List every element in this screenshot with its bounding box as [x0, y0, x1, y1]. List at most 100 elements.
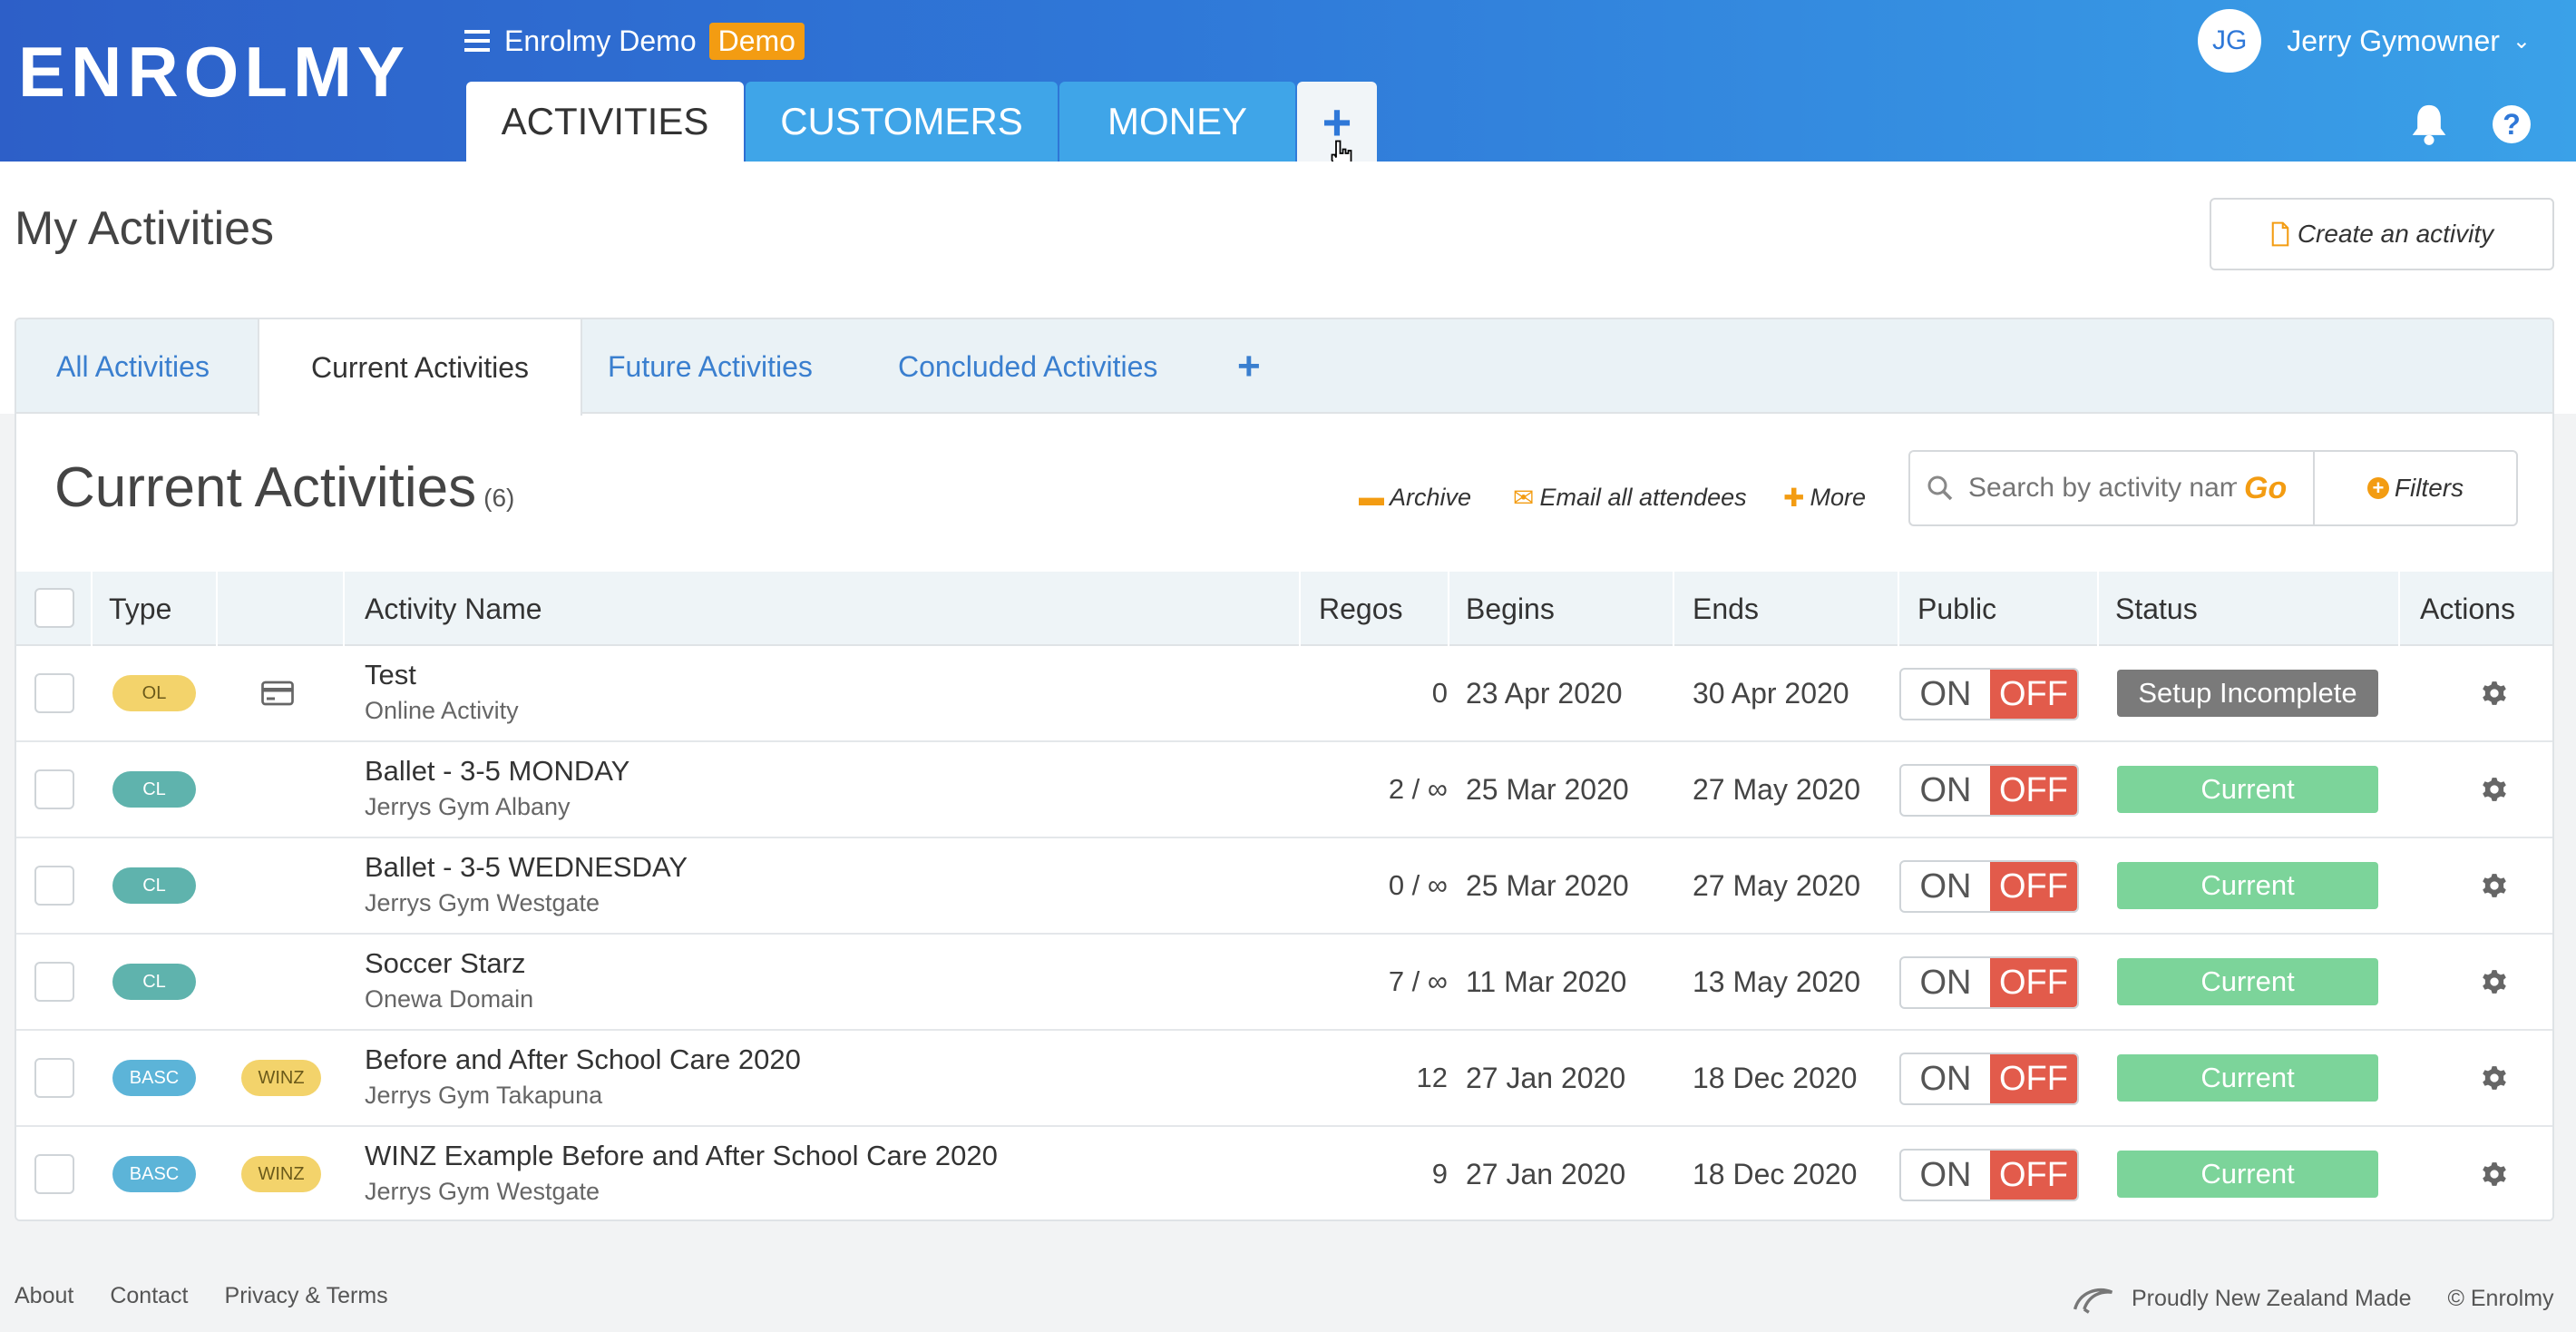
- toggle-on[interactable]: ON: [1901, 766, 1990, 815]
- table-row[interactable]: CL Soccer Starz Onewa Domain 7 / ∞ 11 Ma…: [16, 935, 2552, 1031]
- user-menu[interactable]: JG Jerry Gymowner ⌄: [2198, 9, 2531, 73]
- footer-link-contact[interactable]: Contact: [110, 1283, 188, 1309]
- gear-icon[interactable]: [2482, 1065, 2507, 1091]
- activity-name[interactable]: Ballet - 3-5 WEDNESDAY: [365, 851, 688, 884]
- header-begins[interactable]: Begins: [1466, 572, 1555, 646]
- activity-name[interactable]: Before and After School Care 2020: [365, 1043, 801, 1076]
- archive-button[interactable]: ▬ Archive: [1359, 479, 1471, 515]
- activity-name[interactable]: Ballet - 3-5 MONDAY: [365, 755, 629, 788]
- email-all-button[interactable]: ✉ Email all attendees: [1513, 479, 1747, 515]
- help-icon[interactable]: ?: [2493, 105, 2531, 143]
- tab-money[interactable]: MONEY: [1059, 82, 1295, 162]
- header-public[interactable]: Public: [1917, 572, 1996, 646]
- enrolmy-logo[interactable]: ENROLMY: [18, 36, 410, 107]
- row-checkbox[interactable]: [34, 769, 74, 809]
- public-toggle[interactable]: ON OFF: [1899, 1053, 2079, 1105]
- public-toggle[interactable]: ON OFF: [1899, 860, 2079, 913]
- create-activity-button[interactable]: Create an activity: [2210, 198, 2554, 270]
- activity-location: Jerrys Gym Takapuna: [365, 1082, 603, 1109]
- credit-card-icon: [261, 681, 294, 706]
- gear-icon[interactable]: [2482, 777, 2507, 802]
- activity-location: Jerrys Gym Albany: [365, 793, 571, 820]
- gear-icon[interactable]: [2482, 1161, 2507, 1187]
- row-checkbox[interactable]: [34, 962, 74, 1002]
- footer-right: Proudly New Zealand Made © Enrolmy: [2070, 1283, 2554, 1314]
- search-input[interactable]: [1968, 473, 2237, 504]
- activity-count: (6): [483, 484, 515, 512]
- tab-concluded-activities[interactable]: Concluded Activities: [898, 319, 1157, 414]
- bell-icon[interactable]: [2409, 102, 2449, 145]
- toggle-on[interactable]: ON: [1901, 862, 1990, 911]
- more-button[interactable]: ✚ More: [1783, 479, 1866, 515]
- tab-activities[interactable]: ACTIVITIES: [466, 82, 744, 162]
- row-checkbox[interactable]: [34, 1154, 74, 1194]
- org-switcher[interactable]: Enrolmy Demo Demo: [464, 20, 805, 62]
- type-badge: CL: [112, 964, 196, 1000]
- activity-name[interactable]: WINZ Example Before and After School Car…: [365, 1140, 998, 1172]
- regos-count: 0: [1431, 677, 1448, 709]
- activity-location: Jerrys Gym Westgate: [365, 889, 600, 916]
- hamburger-menu-icon[interactable]: [464, 30, 490, 52]
- archive-icon: ▬: [1359, 483, 1384, 511]
- table-row[interactable]: BASC WINZ WINZ Example Before and After …: [16, 1127, 2552, 1219]
- public-toggle[interactable]: ON OFF: [1899, 764, 2079, 817]
- page-title: My Activities: [15, 202, 275, 255]
- footer-link-privacy[interactable]: Privacy & Terms: [225, 1283, 388, 1309]
- header-type[interactable]: Type: [109, 572, 171, 646]
- avatar[interactable]: JG: [2198, 9, 2262, 73]
- toggle-on[interactable]: ON: [1901, 1054, 1990, 1103]
- header-activity-name[interactable]: Activity Name: [365, 572, 542, 646]
- activity-filter-tabs: All Activities Current Activities Future…: [16, 319, 2552, 416]
- table-row[interactable]: CL Ballet - 3-5 WEDNESDAY Jerrys Gym Wes…: [16, 838, 2552, 935]
- toggle-on[interactable]: ON: [1901, 1151, 1990, 1200]
- tab-future-activities[interactable]: Future Activities: [608, 319, 813, 414]
- public-toggle[interactable]: ON OFF: [1899, 956, 2079, 1009]
- activity-location: Onewa Domain: [365, 985, 534, 1013]
- envelope-icon: ✉: [1513, 483, 1535, 512]
- toggle-on[interactable]: ON: [1901, 670, 1990, 719]
- toggle-off[interactable]: OFF: [1990, 862, 2077, 911]
- regos-count: 0 / ∞: [1388, 869, 1448, 901]
- footer-link-about[interactable]: About: [15, 1283, 73, 1309]
- activity-name[interactable]: Soccer Starz: [365, 947, 525, 980]
- end-date: 30 Apr 2020: [1693, 677, 1849, 710]
- public-toggle[interactable]: ON OFF: [1899, 1149, 2079, 1201]
- toggle-off[interactable]: OFF: [1990, 1151, 2077, 1200]
- table-row[interactable]: BASC WINZ Before and After School Care 2…: [16, 1031, 2552, 1127]
- go-button[interactable]: Go: [2244, 471, 2287, 506]
- section-title: Current Activities (6): [54, 455, 514, 520]
- status-badge: Current: [2117, 1151, 2378, 1198]
- gear-icon[interactable]: [2482, 969, 2507, 994]
- header-ends[interactable]: Ends: [1693, 572, 1759, 646]
- end-date: 18 Dec 2020: [1693, 1158, 1858, 1190]
- row-checkbox[interactable]: [34, 866, 74, 906]
- tab-current-activities[interactable]: Current Activities: [258, 319, 582, 416]
- toggle-off[interactable]: OFF: [1990, 766, 2077, 815]
- toggle-off[interactable]: OFF: [1990, 670, 2077, 719]
- toggle-off[interactable]: OFF: [1990, 958, 2077, 1007]
- tab-customers[interactable]: CUSTOMERS: [746, 82, 1058, 162]
- more-label: More: [1810, 483, 1866, 511]
- org-name[interactable]: Enrolmy Demo: [504, 24, 697, 58]
- table-row[interactable]: CL Ballet - 3-5 MONDAY Jerrys Gym Albany…: [16, 742, 2552, 838]
- gear-icon[interactable]: [2482, 873, 2507, 898]
- user-name[interactable]: Jerry Gymowner: [2287, 24, 2500, 58]
- header-status[interactable]: Status: [2115, 572, 2198, 646]
- copyright-text: © Enrolmy: [2447, 1285, 2554, 1311]
- regos-count: 9: [1431, 1158, 1448, 1190]
- toggle-off[interactable]: OFF: [1990, 1054, 2077, 1103]
- filters-button[interactable]: + Filters: [2313, 450, 2518, 526]
- gear-icon[interactable]: [2482, 681, 2507, 706]
- header-regos[interactable]: Regos: [1319, 572, 1403, 646]
- select-all-checkbox[interactable]: [34, 588, 74, 628]
- table-row[interactable]: OL Test Online Activity 0 23 Apr 2020 30…: [16, 646, 2552, 742]
- activity-name[interactable]: Test: [365, 659, 416, 691]
- add-subtab-button[interactable]: +: [1237, 319, 1261, 414]
- public-toggle[interactable]: ON OFF: [1899, 668, 2079, 720]
- begin-date: 25 Mar 2020: [1466, 773, 1629, 806]
- chevron-down-icon[interactable]: ⌄: [2513, 28, 2531, 54]
- row-checkbox[interactable]: [34, 1058, 74, 1098]
- tab-all-activities[interactable]: All Activities: [56, 319, 210, 414]
- toggle-on[interactable]: ON: [1901, 958, 1990, 1007]
- row-checkbox[interactable]: [34, 673, 74, 713]
